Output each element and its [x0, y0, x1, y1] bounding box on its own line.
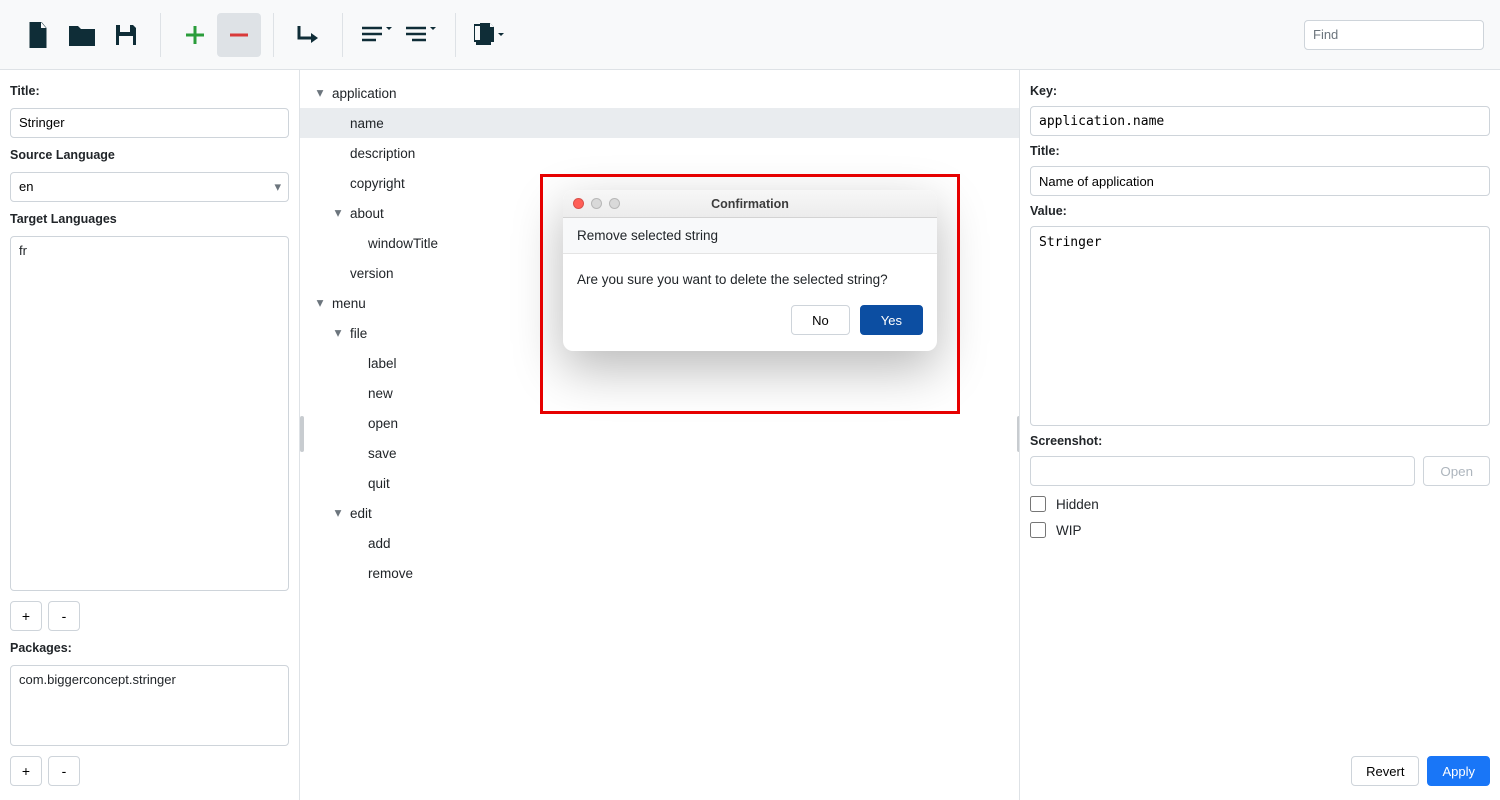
dialog-title: Confirmation [563, 197, 937, 211]
detail-title-label: Title: [1030, 144, 1490, 158]
wip-checkbox-label: WIP [1056, 523, 1082, 538]
copy-dropdown[interactable] [468, 13, 512, 57]
hidden-checkbox-row[interactable]: Hidden [1030, 496, 1490, 512]
save-icon [114, 23, 138, 47]
remove-string-button[interactable] [217, 13, 261, 57]
tree-item-label: label [368, 356, 397, 371]
value-label: Value: [1030, 204, 1490, 218]
toolbar-separator [273, 13, 274, 57]
screenshot-label: Screenshot: [1030, 434, 1490, 448]
target-languages-list[interactable]: fr [10, 236, 289, 592]
tree-toggle-icon[interactable]: ▾ [312, 85, 328, 101]
tree-item-add[interactable]: add [300, 528, 1019, 558]
tree-item-application[interactable]: ▾ application [300, 78, 1019, 108]
align-right-icon [406, 25, 436, 45]
align-left-icon [362, 25, 392, 45]
open-folder-button[interactable] [60, 13, 104, 57]
hidden-checkbox-label: Hidden [1056, 497, 1099, 512]
dialog-titlebar[interactable]: Confirmation [563, 190, 937, 218]
tree-item-label: version [350, 266, 394, 281]
tree-item-quit[interactable]: quit [300, 468, 1019, 498]
panel-resize-handle[interactable] [300, 416, 304, 452]
tree-item-label: save [368, 446, 397, 461]
tree-item-label: name [350, 116, 384, 131]
toolbar-separator [455, 13, 456, 57]
detail-title-input[interactable] [1030, 166, 1490, 196]
tree-item-remove[interactable]: remove [300, 558, 1019, 588]
tree-item-label: remove [368, 566, 413, 581]
save-button[interactable] [104, 13, 148, 57]
tree-item-save[interactable]: save [300, 438, 1019, 468]
tree-item-label: menu [332, 296, 366, 311]
tree-toggle-icon[interactable]: ▾ [330, 505, 346, 521]
add-target-language-button[interactable]: + [10, 601, 42, 631]
dialog-no-button[interactable]: No [791, 305, 850, 335]
key-label: Key: [1030, 84, 1490, 98]
toolbar-separator [160, 13, 161, 57]
toolbar [0, 0, 1500, 70]
tree-item-description[interactable]: description [300, 138, 1019, 168]
tree-item-label: open [368, 416, 398, 431]
right-panel: Key: Title: Value: Stringer Screenshot: … [1020, 70, 1500, 800]
align-left-dropdown[interactable] [355, 13, 399, 57]
tree-item-edit[interactable]: ▾ edit [300, 498, 1019, 528]
toolbar-separator [342, 13, 343, 57]
tree-item-label: windowTitle [368, 236, 438, 251]
tree-item-label: add [368, 536, 391, 551]
tree-item-open[interactable]: open [300, 408, 1019, 438]
file-icon [26, 22, 50, 48]
tree-toggle-icon[interactable]: ▾ [330, 205, 346, 221]
remove-package-button[interactable]: - [48, 756, 80, 786]
tree-item-new[interactable]: new [300, 378, 1019, 408]
minus-icon [228, 24, 250, 46]
indent-icon [295, 24, 321, 46]
value-textarea[interactable]: Stringer [1030, 226, 1490, 426]
add-string-button[interactable] [173, 13, 217, 57]
open-screenshot-button[interactable]: Open [1423, 456, 1490, 486]
wip-checkbox-row[interactable]: WIP [1030, 522, 1490, 538]
tree-item-name[interactable]: name [300, 108, 1019, 138]
align-right-dropdown[interactable] [399, 13, 443, 57]
indent-button[interactable] [286, 13, 330, 57]
copy-icon [474, 23, 506, 47]
target-language-item[interactable]: fr [19, 243, 280, 258]
dialog-body: Are you sure you want to delete the sele… [563, 254, 937, 301]
tree-toggle-icon[interactable]: ▾ [330, 325, 346, 341]
tree-item-label: new [368, 386, 393, 401]
find-input[interactable] [1304, 20, 1484, 50]
screenshot-input[interactable] [1030, 456, 1415, 486]
target-languages-label: Target Languages [10, 212, 289, 226]
tree-item-label: file [350, 326, 367, 341]
tree-item-label: application [332, 86, 397, 101]
package-item[interactable]: com.biggerconcept.stringer [19, 672, 280, 687]
source-language-label: Source Language [10, 148, 289, 162]
plus-icon [184, 24, 206, 46]
tree-item-label: about [350, 206, 384, 221]
tree-item-label: quit [368, 476, 390, 491]
new-file-button[interactable] [16, 13, 60, 57]
packages-label: Packages: [10, 641, 289, 655]
wip-checkbox[interactable] [1030, 522, 1046, 538]
tree-item-label: copyright [350, 176, 405, 191]
folder-icon [69, 24, 95, 46]
left-panel: Title: Source Language ▾ Target Language… [0, 70, 300, 800]
revert-button[interactable]: Revert [1351, 756, 1419, 786]
apply-button[interactable]: Apply [1427, 756, 1490, 786]
dialog-yes-button[interactable]: Yes [860, 305, 923, 335]
title-label: Title: [10, 84, 289, 98]
tree-toggle-icon[interactable]: ▾ [312, 295, 328, 311]
packages-list[interactable]: com.biggerconcept.stringer [10, 665, 289, 746]
tree-item-label: description [350, 146, 415, 161]
remove-target-language-button[interactable]: - [48, 601, 80, 631]
key-input[interactable] [1030, 106, 1490, 136]
title-input[interactable] [10, 108, 289, 138]
source-language-select[interactable] [10, 172, 289, 202]
add-package-button[interactable]: + [10, 756, 42, 786]
tree-panel: ▾ application name description copyright ▾ abo… [300, 70, 1020, 800]
dialog-subtitle: Remove selected string [563, 218, 937, 254]
hidden-checkbox[interactable] [1030, 496, 1046, 512]
tree-item-label: edit [350, 506, 372, 521]
confirmation-dialog: Confirmation Remove selected string Are … [563, 190, 937, 351]
tree-item-label[interactable]: label [300, 348, 1019, 378]
